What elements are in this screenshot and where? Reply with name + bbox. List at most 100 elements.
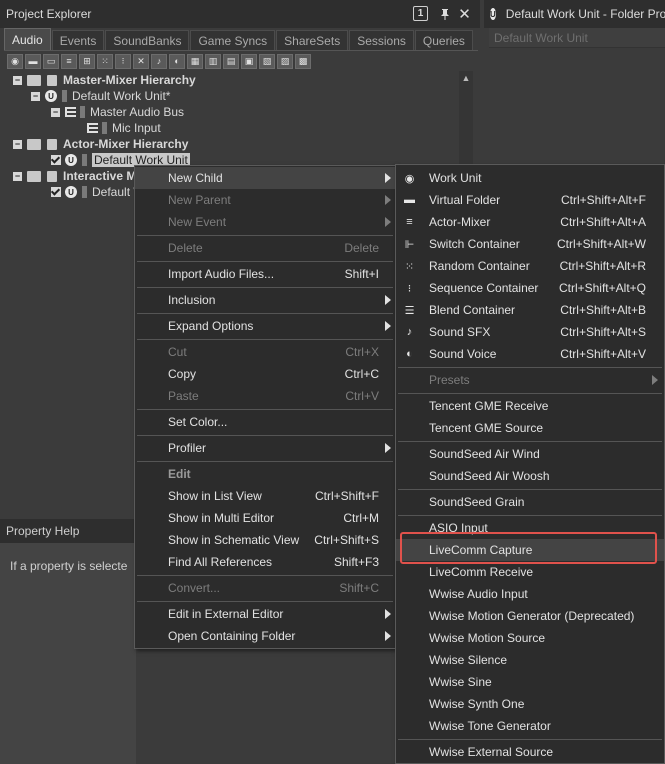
switch-container-icon: ⊩ — [404, 238, 415, 251]
submenu-item-tencent-gme-source[interactable]: Tencent GME Source — [396, 417, 664, 439]
folder-icon[interactable]: ▬ — [25, 53, 41, 69]
menu-item-find-all-references[interactable]: Find All References Shift+F3 — [135, 551, 395, 573]
submenu-item-wwise-external-source[interactable]: Wwise External Source — [396, 741, 664, 763]
sound-sfx-icon: ♪ — [406, 326, 413, 338]
audio-bus-icon — [65, 107, 76, 117]
checkbox[interactable] — [51, 155, 61, 165]
music-icon[interactable]: ▨ — [277, 53, 293, 69]
folder-icon[interactable]: ▭ — [43, 53, 59, 69]
tab-sessions[interactable]: Sessions — [349, 30, 414, 50]
collapse-icon[interactable]: − — [13, 75, 22, 85]
submenu-item-sound-sfx[interactable]: ♪ Sound SFX Ctrl+Shift+Alt+S — [396, 321, 664, 343]
submenu-item-presets[interactable]: Presets — [396, 369, 664, 391]
tab-soundbanks[interactable]: SoundBanks — [105, 30, 190, 50]
actor-mixer-icon[interactable]: ≡ — [61, 53, 77, 69]
submenu-item-wwise-audio-input[interactable]: Wwise Audio Input — [396, 583, 664, 605]
music-icon[interactable]: ▥ — [205, 53, 221, 69]
submenu-item-random-container[interactable]: ⁙ Random Container Ctrl+Shift+Alt+R — [396, 255, 664, 277]
tab-sharesets[interactable]: ShareSets — [276, 30, 349, 50]
submenu-item-livecomm-capture[interactable]: LiveComm Capture — [396, 539, 664, 561]
tab-audio[interactable]: Audio — [4, 28, 51, 50]
submenu-item-wwise-synth-one[interactable]: Wwise Synth One — [396, 693, 664, 715]
menu-item-show-in-multi-editor[interactable]: Show in Multi Editor Ctrl+M — [135, 507, 395, 529]
sound-sfx-icon[interactable]: ♪ — [151, 53, 167, 69]
menu-separator — [137, 287, 393, 288]
menu-item-show-in-list-view[interactable]: Show in List View Ctrl+Shift+F — [135, 485, 395, 507]
blend-container-icon[interactable]: ✕ — [133, 53, 149, 69]
tab-game-syncs[interactable]: Game Syncs — [190, 30, 276, 50]
menu-item-paste[interactable]: Paste Ctrl+V — [135, 385, 395, 407]
submenu-item-wwise-tone-generator[interactable]: Wwise Tone Generator — [396, 715, 664, 737]
submenu-item-actor-mixer[interactable]: ≡ Actor-Mixer Ctrl+Shift+Alt+A — [396, 211, 664, 233]
submenu-item-soundseed-air-wind[interactable]: SoundSeed Air Wind — [396, 443, 664, 465]
menu-separator — [398, 367, 662, 368]
project-explorer-title: Project Explorer — [6, 7, 92, 21]
collapse-icon[interactable]: − — [13, 171, 22, 181]
submenu-item-sound-voice[interactable]: ◐ Sound Voice Ctrl+Shift+Alt+V — [396, 343, 664, 365]
submenu-item-soundseed-grain[interactable]: SoundSeed Grain — [396, 491, 664, 513]
menu-item-show-in-schematic-view[interactable]: Show in Schematic View Ctrl+Shift+S — [135, 529, 395, 551]
music-icon[interactable]: ▧ — [259, 53, 275, 69]
tree-row[interactable]: − Interactive M — [13, 168, 136, 184]
sequence-container-icon[interactable]: ⁝ — [115, 53, 131, 69]
collapse-icon[interactable]: − — [31, 91, 40, 101]
submenu-item-virtual-folder[interactable]: ▬ Virtual Folder Ctrl+Shift+Alt+F — [396, 189, 664, 211]
name-field[interactable]: Default Work Unit — [489, 28, 665, 48]
menu-item-expand-options[interactable]: Expand Options — [135, 315, 395, 337]
submenu-item-asio-input[interactable]: ASIO Input — [396, 517, 664, 539]
submenu-item-livecomm-receive[interactable]: LiveComm Receive — [396, 561, 664, 583]
pin-icon[interactable] — [437, 6, 452, 21]
menu-item-import-audio-files[interactable]: Import Audio Files... Shift+I — [135, 263, 395, 285]
tree-row[interactable]: U Default W — [51, 184, 145, 200]
submenu-item-switch-container[interactable]: ⊩ Switch Container Ctrl+Shift+Alt+W — [396, 233, 664, 255]
close-icon[interactable]: ✕ — [457, 6, 472, 23]
submenu-item-wwise-silence[interactable]: Wwise Silence — [396, 649, 664, 671]
submenu-item-tencent-gme-receive[interactable]: Tencent GME Receive — [396, 395, 664, 417]
submenu-item-wwise-motion-generator[interactable]: Wwise Motion Generator (Deprecated) — [396, 605, 664, 627]
menu-item-profiler[interactable]: Profiler — [135, 437, 395, 459]
collapse-icon[interactable]: − — [51, 107, 60, 117]
tree-row[interactable]: − Master Audio Bus — [51, 104, 184, 120]
submenu-item-wwise-sine[interactable]: Wwise Sine — [396, 671, 664, 693]
tree-row[interactable]: − Actor-Mixer Hierarchy — [13, 136, 188, 152]
menu-item-new-event[interactable]: New Event — [135, 211, 395, 233]
menu-item-new-child[interactable]: New Child — [135, 167, 395, 189]
menu-item-convert[interactable]: Convert... Shift+C — [135, 577, 395, 599]
tab-events[interactable]: Events — [51, 30, 105, 50]
submenu-item-soundseed-air-woosh[interactable]: SoundSeed Air Woosh — [396, 465, 664, 487]
menu-item-cut[interactable]: Cut Ctrl+X — [135, 341, 395, 363]
work-unit-icon[interactable]: ◉ — [7, 53, 23, 69]
help-button[interactable]: 1 — [413, 6, 428, 21]
submenu-arrow-icon — [385, 295, 391, 305]
menu-item-open-containing-folder[interactable]: Open Containing Folder — [135, 625, 395, 647]
submenu-item-wwise-motion-source[interactable]: Wwise Motion Source — [396, 627, 664, 649]
sound-voice-icon[interactable]: ◐ — [169, 53, 185, 69]
tree-row[interactable]: Mic Input — [87, 120, 161, 136]
menu-item-delete[interactable]: Delete Delete — [135, 237, 395, 259]
submenu-item-blend-container[interactable]: ☰ Blend Container Ctrl+Shift+Alt+B — [396, 299, 664, 321]
tab-queries[interactable]: Queries — [414, 30, 473, 50]
checkbox[interactable] — [51, 187, 61, 197]
folder-icon — [27, 74, 41, 86]
menu-item-copy[interactable]: Copy Ctrl+C — [135, 363, 395, 385]
menu-item-new-parent[interactable]: New Parent — [135, 189, 395, 211]
collapse-icon[interactable]: − — [13, 139, 22, 149]
sound-voice-icon: ◐ — [406, 348, 413, 360]
scroll-up-icon[interactable]: ▲ — [459, 73, 473, 85]
music-icon[interactable]: ▦ — [187, 53, 203, 69]
music-icon[interactable]: ▣ — [241, 53, 257, 69]
tree-row[interactable]: − U Default Work Unit* — [31, 88, 170, 104]
menu-separator — [137, 339, 393, 340]
music-icon[interactable]: ▩ — [295, 53, 311, 69]
submenu-arrow-icon — [385, 321, 391, 331]
submenu-item-sequence-container[interactable]: ⁝ Sequence Container Ctrl+Shift+Alt+Q — [396, 277, 664, 299]
menu-item-set-color[interactable]: Set Color... — [135, 411, 395, 433]
menu-separator — [137, 575, 393, 576]
menu-item-edit-in-external-editor[interactable]: Edit in External Editor — [135, 603, 395, 625]
music-icon[interactable]: ▤ — [223, 53, 239, 69]
switch-container-icon[interactable]: ⊞ — [79, 53, 95, 69]
tree-row[interactable]: − Master-Mixer Hierarchy — [13, 72, 196, 88]
menu-item-inclusion[interactable]: Inclusion — [135, 289, 395, 311]
submenu-item-work-unit[interactable]: ◉ Work Unit — [396, 167, 664, 189]
random-container-icon[interactable]: ⁙ — [97, 53, 113, 69]
